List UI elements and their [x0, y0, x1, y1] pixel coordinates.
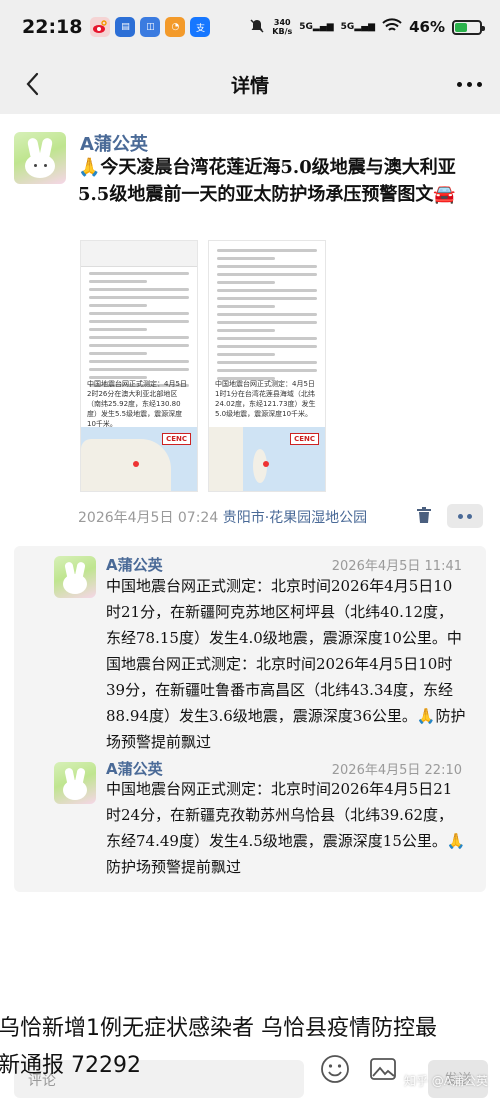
- orange-app-icon: ◔: [165, 17, 186, 37]
- cenc-badge: CENC: [162, 433, 191, 445]
- post-text: 🙏今天凌晨台湾花莲近海5.0级地震与澳大利亚5.5级地震前一天的亚太防护场承压预…: [78, 157, 456, 205]
- comment-avatar[interactable]: [54, 762, 96, 804]
- post-image-left[interactable]: 中国地震台网正式测定：4月5日2时26分在澳大利亚北部地区（南纬25.92度，东…: [80, 240, 198, 492]
- post-date: 2026年4月5日 07:24: [78, 510, 219, 526]
- comment-time: 2026年4月5日 11:41: [331, 559, 462, 574]
- battery-percent: 46%: [409, 18, 445, 36]
- comment-author[interactable]: A蒲公英: [106, 554, 163, 575]
- australia-map: CENC: [81, 427, 197, 491]
- post-location[interactable]: 贵阳市·花果园湿地公园: [223, 510, 367, 526]
- toutiao-news-icon: ▤: [115, 17, 136, 37]
- overlay-line-1: 乌恰新增1例无症状感染者 乌恰县疫情防控最: [0, 1016, 437, 1041]
- page-title: 详情: [230, 74, 269, 97]
- status-bar: 22:18 ▤ ◫ ◔ 支 340 KB/s 5G▂▄▆ 5G▂▄▆ 46%: [0, 0, 500, 54]
- battery-fill: [455, 22, 467, 32]
- alipay-icon: 支: [190, 17, 211, 37]
- comment-avatar[interactable]: [54, 556, 96, 598]
- post-author-name[interactable]: A蒲公英: [80, 130, 148, 156]
- post-meta: 2026年4月5日 07:24 贵阳市·花果园湿地公园: [78, 507, 367, 527]
- comments-panel: A蒲公英 2026年4月5日 11:41 中国地震台网正式测定：北京时间2026…: [14, 546, 486, 892]
- right-image-caption: 中国地震台网正式测定：4月5日1时1分在台湾花莲县海域（北纬24.02度，东经1…: [215, 380, 316, 418]
- status-time: 22:18: [22, 16, 83, 38]
- watermark: 知乎 @A蒲公英: [403, 1074, 488, 1088]
- left-image-caption: 中国地震台网正式测定：4月5日2时26分在澳大利亚北部地区（南纬25.92度，东…: [87, 380, 187, 428]
- signal-5g-icon-2: 5G▂▄▆: [340, 22, 376, 32]
- trash-icon[interactable]: [413, 504, 435, 526]
- mute-bell-icon: [249, 18, 265, 37]
- app-store-icon: ◫: [140, 17, 161, 37]
- weibo-icon: [90, 17, 111, 37]
- avatar[interactable]: [14, 132, 66, 184]
- taiwan-map: CENC: [209, 427, 325, 491]
- comment-text: 中国地震台网正式测定：北京时间2026年4月5日10时21分，在新疆阿克苏地区柯…: [106, 577, 466, 751]
- cenc-badge-2: CENC: [290, 433, 319, 445]
- like-comment-menu-button[interactable]: [447, 504, 483, 528]
- post-image-right[interactable]: 中国地震台网正式测定：4月5日1时1分在台湾花莲县海域（北纬24.02度，东经1…: [208, 240, 326, 492]
- comment-text: 中国地震台网正式测定：北京时间2026年4月5日21时24分，在新疆克孜勒苏州乌…: [106, 780, 466, 876]
- wifi-icon: [382, 17, 402, 37]
- nav-bar: 详情: [0, 54, 500, 114]
- battery-icon: [452, 19, 485, 35]
- back-arrow-icon[interactable]: [14, 66, 50, 102]
- more-options-icon[interactable]: [457, 66, 482, 102]
- signal-5g-icon: 5G▂▄▆: [299, 22, 334, 32]
- network-speed: 340 KB/s: [272, 18, 293, 36]
